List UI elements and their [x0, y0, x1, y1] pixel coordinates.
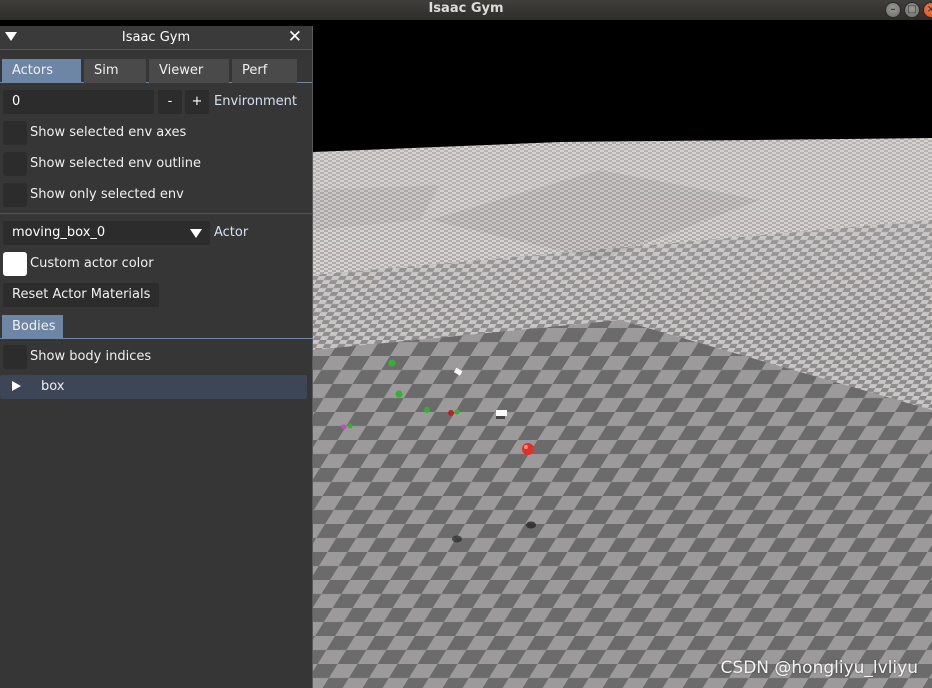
collapse-triangle-icon[interactable]	[5, 32, 17, 41]
custom-color-row: Custom actor color	[0, 252, 313, 278]
environment-decrement-button[interactable]: -	[158, 90, 182, 114]
tab-sim[interactable]: Sim	[84, 59, 146, 83]
custom-actor-color-swatch[interactable]	[3, 252, 27, 276]
minimize-icon: –	[890, 4, 896, 15]
bodies-tab-bar: Bodies	[0, 314, 313, 339]
actor-select[interactable]: moving_box_0	[3, 221, 210, 245]
close-icon: ×	[926, 4, 932, 15]
tab-perf[interactable]: Perf	[232, 59, 297, 83]
checkbox-row: Show selected env outline	[0, 152, 313, 178]
environment-row: 0 - + Environment	[0, 90, 313, 116]
show-env-axes-label: Show selected env axes	[30, 125, 187, 140]
show-only-selected-env-label: Show only selected env	[30, 187, 184, 202]
section-divider	[0, 213, 313, 214]
show-env-axes-checkbox[interactable]	[3, 121, 27, 145]
expand-triangle-icon[interactable]	[12, 381, 21, 391]
main-tab-bar: Actors Sim Viewer Perf	[0, 58, 312, 83]
body-indices-row: Show body indices	[0, 345, 313, 371]
environment-label: Environment	[214, 94, 298, 109]
tab-actors[interactable]: Actors	[2, 59, 81, 83]
show-only-selected-env-checkbox[interactable]	[3, 183, 27, 207]
custom-actor-color-label: Custom actor color	[30, 256, 154, 271]
panel-close-icon[interactable]: ✕	[288, 26, 302, 48]
maximize-button[interactable]: □	[904, 2, 920, 18]
dropdown-arrow-icon[interactable]	[190, 229, 202, 238]
environment-input[interactable]: 0	[3, 90, 154, 114]
reset-actor-materials-button[interactable]: Reset Actor Materials	[3, 283, 160, 307]
actor-label: Actor	[214, 225, 249, 240]
window-title: Isaac Gym	[428, 1, 504, 16]
watermark-text: CSDN @hongliyu_lvliyu	[720, 658, 918, 678]
actor-select-value: moving_box_0	[12, 225, 106, 240]
close-window-button[interactable]: ×	[923, 2, 932, 18]
actor-row: moving_box_0 Actor	[0, 221, 313, 247]
tab-viewer[interactable]: Viewer	[149, 59, 229, 83]
panel-title: Isaac Gym	[121, 30, 191, 45]
checkbox-row: Show selected env axes	[0, 121, 313, 147]
show-body-indices-label: Show body indices	[30, 349, 152, 364]
panel-title-bar[interactable]: Isaac Gym ✕	[0, 26, 312, 50]
checkbox-row: Show only selected env	[0, 183, 313, 209]
isaac-gym-panel: Isaac Gym ✕ Actors Sim Viewer Perf 0 - +…	[0, 26, 313, 688]
show-env-outline-checkbox[interactable]	[3, 152, 27, 176]
maximize-icon: □	[907, 4, 917, 15]
os-title-bar: Isaac Gym – □ ×	[0, 0, 932, 20]
reset-row: Reset Actor Materials	[0, 283, 313, 309]
app-window: Isaac Gym – □ × CSDN @hongliyu_lvliyu Is…	[0, 0, 932, 688]
environment-increment-button[interactable]: +	[185, 90, 209, 114]
show-body-indices-checkbox[interactable]	[3, 345, 27, 369]
show-env-outline-label: Show selected env outline	[30, 156, 202, 171]
tab-bodies[interactable]: Bodies	[2, 315, 63, 339]
body-tree-node[interactable]: box	[0, 375, 307, 399]
minimize-button[interactable]: –	[885, 2, 901, 18]
body-tree-label: box	[41, 379, 65, 394]
